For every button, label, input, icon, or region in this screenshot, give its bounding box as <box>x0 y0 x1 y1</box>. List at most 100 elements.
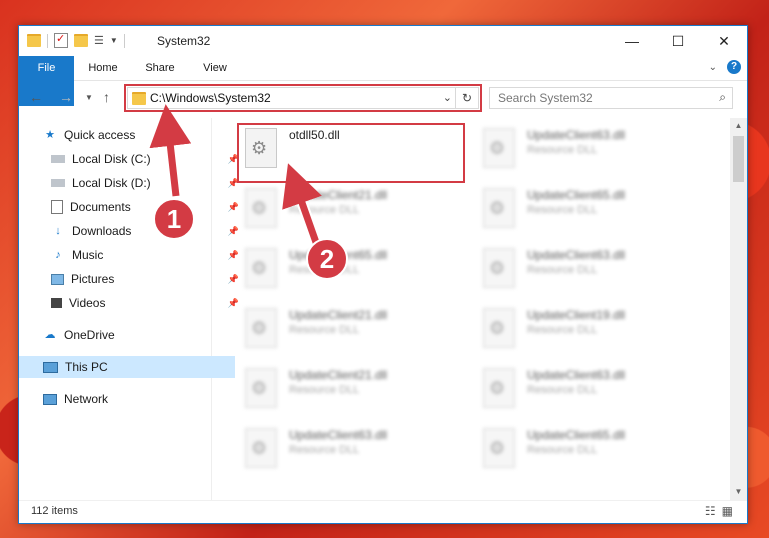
sidebar-item-pictures[interactable]: Pictures 📌 <box>19 268 243 290</box>
file-name: UpdateClient65.dll <box>527 188 626 202</box>
file-type: Resource DLL <box>527 204 598 216</box>
drive-icon <box>51 179 65 187</box>
music-icon: ♪ <box>55 249 61 261</box>
videos-icon <box>51 298 62 308</box>
forward-arrow-icon[interactable]: → <box>59 89 73 105</box>
dll-file-icon <box>245 248 277 288</box>
scroll-down-icon[interactable]: ▼ <box>730 484 747 500</box>
dll-file-icon <box>245 368 277 408</box>
item-count: 112 items <box>31 505 78 517</box>
sidebar-item-label: Quick access <box>64 128 136 142</box>
scroll-thumb[interactable] <box>733 136 744 182</box>
file-name: UpdateClient63.dll <box>289 428 388 442</box>
tab-share[interactable]: Share <box>134 56 186 80</box>
sidebar-item-label: Local Disk (C:) <box>72 152 151 166</box>
address-highlight-box <box>124 84 482 112</box>
new-folder-icon[interactable] <box>74 34 88 47</box>
sidebar-item-quick-access[interactable]: ★ Quick access <box>19 124 235 146</box>
vertical-scrollbar[interactable]: ▲ ▼ <box>730 118 747 500</box>
dll-file-icon <box>245 188 277 228</box>
dll-file-icon <box>483 368 515 408</box>
search-input[interactable]: Search System32 ⌕ <box>489 87 733 109</box>
file-item[interactable]: UpdateClient21.dll Resource DLL <box>239 184 439 234</box>
file-name: UpdateClient19.dll <box>527 308 626 322</box>
file-item[interactable]: UpdateClient63.dll Resource DLL <box>477 244 677 294</box>
dll-file-icon <box>483 428 515 468</box>
file-type: Resource DLL <box>289 204 360 216</box>
file-name: UpdateClient63.dll <box>527 248 626 262</box>
navigation-pane: ★ Quick access Local Disk (C:) 📌 Local D… <box>19 118 239 500</box>
details-view-icon[interactable]: ☷ <box>705 504 722 518</box>
file-highlight-box <box>237 123 465 183</box>
dll-file-icon <box>483 308 515 348</box>
file-item[interactable]: UpdateClient65.dll Resource DLL <box>477 184 677 234</box>
file-name: UpdateClient63.dll <box>527 128 626 142</box>
file-type: Resource DLL <box>527 444 598 456</box>
recent-locations-icon[interactable]: ▼ <box>85 93 93 102</box>
file-item[interactable]: UpdateClient65.dll Resource DLL <box>477 424 677 474</box>
file-type: Resource DLL <box>289 444 360 456</box>
quick-access-toolbar: ☰ ▼ <box>27 32 125 48</box>
sidebar-item-documents[interactable]: Documents 📌 <box>19 196 243 218</box>
dll-file-icon <box>483 128 515 168</box>
sidebar-item-label: Videos <box>69 296 106 310</box>
file-name: UpdateClient65.dll <box>527 428 626 442</box>
back-arrow-icon[interactable]: ← <box>29 89 43 105</box>
window-title: System32 <box>157 34 211 48</box>
sidebar-item-network[interactable]: Network <box>19 388 235 410</box>
file-type: Resource DLL <box>527 384 598 396</box>
file-type: Resource DLL <box>289 384 360 396</box>
status-bar: 112 items ☷▦ <box>19 500 747 523</box>
downloads-icon: ↓ <box>55 225 61 237</box>
tab-view[interactable]: View <box>191 56 239 80</box>
file-item[interactable]: UpdateClient63.dll Resource DLL <box>477 364 677 414</box>
file-type: Resource DLL <box>527 324 598 336</box>
explorer-window: ☰ ▼ System32 — ☐ ✕ File Home Share View … <box>18 25 748 524</box>
star-icon: ★ <box>45 129 55 141</box>
file-name: UpdateClient21.dll <box>289 368 388 382</box>
expand-ribbon-icon[interactable]: ⌄ <box>709 62 717 73</box>
view-toggle[interactable]: ☷▦ <box>705 504 739 518</box>
sidebar-item-label: This PC <box>65 360 108 374</box>
sidebar-item-videos[interactable]: Videos 📌 <box>19 292 243 314</box>
sidebar-item-local-disk-d[interactable]: Local Disk (D:) 📌 <box>19 172 243 194</box>
scroll-up-icon[interactable]: ▲ <box>730 118 747 134</box>
search-icon[interactable]: ⌕ <box>719 90 726 105</box>
file-type: Resource DLL <box>527 264 598 276</box>
drive-icon <box>51 155 65 163</box>
up-arrow-icon[interactable]: ↑ <box>103 89 110 105</box>
file-type: Resource DLL <box>527 144 598 156</box>
sidebar-item-this-pc[interactable]: This PC <box>19 356 235 378</box>
tab-home[interactable]: Home <box>79 56 127 80</box>
step-2-badge: 2 <box>306 238 348 280</box>
sidebar-item-downloads[interactable]: ↓ Downloads 📌 <box>19 220 243 242</box>
sidebar-item-onedrive[interactable]: ☁ OneDrive <box>19 324 235 346</box>
dll-file-icon <box>483 248 515 288</box>
file-item[interactable]: UpdateClient63.dll Resource DLL <box>239 424 439 474</box>
minimize-button[interactable]: — <box>609 26 655 56</box>
sidebar-item-label: OneDrive <box>64 328 115 342</box>
sidebar-item-music[interactable]: ♪ Music 📌 <box>19 244 243 266</box>
documents-icon <box>51 200 63 214</box>
file-item[interactable]: UpdateClient21.dll Resource DLL <box>239 304 439 354</box>
address-row: ← → ▼ ↑ C:\Windows\System32 ⌄ ↻ Search S… <box>19 81 747 115</box>
sidebar-item-label: Local Disk (D:) <box>72 176 151 190</box>
file-item[interactable]: UpdateClient63.dll Resource DLL <box>477 124 677 174</box>
sidebar-item-label: Documents <box>70 200 131 214</box>
maximize-button[interactable]: ☐ <box>655 26 701 56</box>
ribbon: File Home Share View ⌄ ? <box>19 56 747 106</box>
file-name: UpdateClient21.dll <box>289 188 388 202</box>
onedrive-icon: ☁ <box>44 329 56 341</box>
properties-icon[interactable] <box>54 32 68 48</box>
chevron-down-icon[interactable]: ▼ <box>110 36 118 45</box>
sidebar-item-local-disk-c[interactable]: Local Disk (C:) 📌 <box>19 148 243 170</box>
customize-icon[interactable]: ☰ <box>94 34 104 47</box>
file-name: UpdateClient63.dll <box>527 368 626 382</box>
sidebar-item-label: Downloads <box>72 224 132 238</box>
dll-file-icon <box>245 308 277 348</box>
file-item[interactable]: UpdateClient21.dll Resource DLL <box>239 364 439 414</box>
large-icons-view-icon[interactable]: ▦ <box>722 504 739 518</box>
help-icon[interactable]: ? <box>727 60 741 74</box>
file-item[interactable]: UpdateClient19.dll Resource DLL <box>477 304 677 354</box>
close-button[interactable]: ✕ <box>701 26 747 56</box>
